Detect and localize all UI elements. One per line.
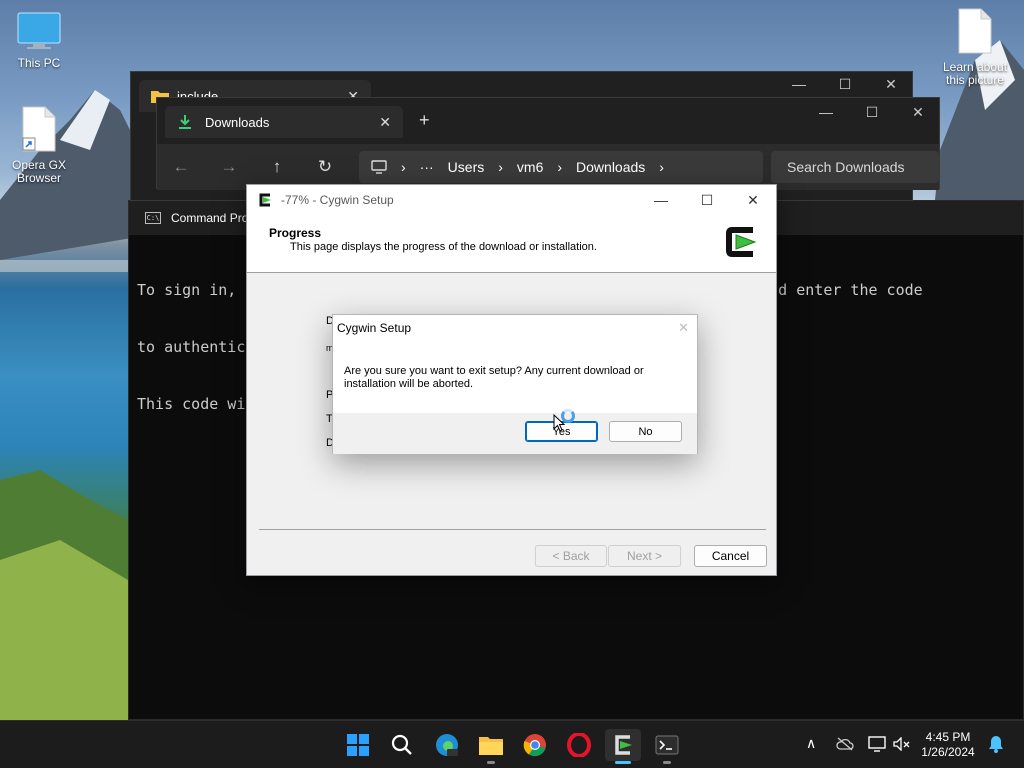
chevron-right-icon: ›: [401, 159, 406, 175]
maximize-button[interactable]: ☐: [849, 104, 895, 121]
taskbar-opera[interactable]: [561, 729, 597, 761]
desktop-icon-this-pc[interactable]: This PC: [2, 12, 76, 70]
close-icon[interactable]: ✕: [678, 320, 689, 336]
cancel-button[interactable]: Cancel: [694, 545, 767, 567]
address-bar[interactable]: › ··· Users › vm6 › Downloads ›: [359, 151, 763, 183]
cygwin-header: Progress This page displays the progress…: [247, 215, 776, 273]
minimize-button[interactable]: —: [638, 185, 684, 215]
dialog-footer: Yes No: [333, 413, 697, 454]
monitor-icon: [17, 12, 61, 49]
chrome-icon: [523, 734, 546, 757]
back-button[interactable]: < Back: [535, 545, 607, 567]
command-prompt-title: Command Pro: [171, 211, 249, 225]
desktop-icon-learn-about-picture[interactable]: Learn about this picture: [938, 8, 1012, 87]
clock-time: 4:45 PM: [925, 730, 971, 744]
dialog-titlebar[interactable]: Cygwin Setup ✕: [333, 315, 697, 341]
taskbar-terminal[interactable]: [649, 729, 685, 764]
file-icon: [958, 8, 992, 54]
next-button[interactable]: Next >: [608, 545, 681, 567]
page-title: Progress: [269, 226, 322, 240]
new-tab-button[interactable]: +: [419, 110, 430, 131]
cloud-icon[interactable]: [836, 737, 854, 751]
chevron-right-icon: ›: [557, 159, 563, 175]
search-icon: [391, 734, 412, 755]
edge-icon: [436, 734, 458, 756]
search-button[interactable]: [384, 729, 420, 761]
minimize-button[interactable]: —: [803, 104, 849, 121]
start-button[interactable]: [340, 729, 376, 761]
download-icon: [179, 115, 191, 129]
close-button[interactable]: ✕: [730, 185, 776, 215]
taskbar-file-explorer[interactable]: [473, 729, 509, 764]
desktop-icon-label: Opera GX Browser: [11, 158, 67, 185]
clock-date: 1/26/2024: [921, 745, 975, 759]
minimize-button[interactable]: —: [776, 76, 822, 93]
system-clock[interactable]: 4:45 PM 1/26/2024: [908, 730, 988, 760]
chevron-right-icon: ›: [659, 159, 664, 175]
no-button[interactable]: No: [609, 421, 682, 442]
file-shortcut-icon: [22, 106, 56, 152]
computer-icon: [371, 160, 387, 174]
mouse-cursor-icon: [553, 414, 565, 432]
file-explorer-icon: [479, 737, 503, 755]
network-icon[interactable]: [868, 736, 886, 752]
window-controls: — ☐ ✕: [776, 76, 914, 93]
breadcrumb-downloads[interactable]: Downloads: [576, 159, 645, 175]
taskbar-cygwin[interactable]: [605, 729, 641, 764]
page-description: This page displays the progress of the d…: [290, 241, 597, 253]
taskbar-edge[interactable]: [429, 729, 465, 761]
desktop-icon-opera-gx[interactable]: Opera GX Browser: [2, 106, 76, 185]
close-button[interactable]: ✕: [895, 104, 941, 121]
divider: [259, 529, 766, 530]
taskbar-chrome[interactable]: [517, 729, 553, 761]
cygwin-icon: [259, 193, 271, 207]
explorer-window-downloads[interactable]: Downloads ✕ + — ☐ ✕ ← → ↑ ↻ › ··· Users …: [156, 97, 941, 190]
window-controls: — ☐ ✕: [803, 104, 941, 121]
dialog-title: Cygwin Setup: [337, 321, 412, 335]
cygwin-titlebar[interactable]: -77% - Cygwin Setup — ☐ ✕: [247, 185, 776, 215]
desktop-icon-label: This PC: [17, 56, 61, 70]
cygwin-window-title: -77% - Cygwin Setup: [281, 193, 394, 207]
cygwin-icon: [615, 735, 632, 755]
terminal-icon: [655, 735, 679, 755]
maximize-button[interactable]: ☐: [684, 185, 730, 215]
window-controls: — ☐ ✕: [638, 185, 776, 215]
confirm-exit-dialog[interactable]: Cygwin Setup ✕ Are you sure you want to …: [332, 314, 698, 454]
close-button[interactable]: ✕: [868, 76, 914, 93]
search-input[interactable]: Search Downloads: [771, 151, 939, 183]
taskbar: ∧ 4:45 PM 1/26/2024: [0, 720, 1024, 768]
tab-label: Downloads: [205, 114, 270, 130]
cygwin-logo: [726, 227, 757, 257]
breadcrumb-users[interactable]: Users: [448, 159, 485, 175]
close-icon[interactable]: ✕: [379, 114, 391, 131]
refresh-icon[interactable]: ↻: [301, 157, 349, 177]
notification-bell-icon[interactable]: [988, 735, 1004, 753]
opera-icon: [567, 733, 591, 757]
maximize-button[interactable]: ☐: [822, 76, 868, 93]
chevron-up-icon[interactable]: ∧: [806, 735, 816, 752]
breadcrumb-vm6[interactable]: vm6: [517, 159, 543, 175]
forward-arrow-icon[interactable]: →: [205, 157, 253, 177]
up-arrow-icon[interactable]: ↑: [253, 157, 301, 177]
cmd-icon: C:\: [145, 212, 161, 224]
back-arrow-icon[interactable]: ←: [157, 157, 205, 177]
desktop-icon-label: Learn about this picture: [942, 60, 1008, 87]
breadcrumb-more[interactable]: ···: [420, 159, 434, 175]
tab-downloads[interactable]: Downloads ✕: [165, 106, 403, 138]
dialog-message: Are you sure you want to exit setup? Any…: [344, 365, 644, 390]
start-icon: [347, 734, 369, 756]
chevron-right-icon: ›: [498, 159, 503, 175]
